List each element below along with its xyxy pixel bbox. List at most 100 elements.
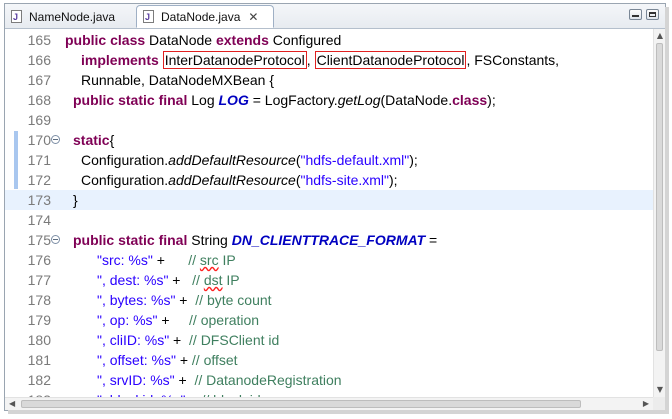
- code-token: );: [487, 92, 496, 108]
- code-text: Runnable, DataNodeMXBean {: [81, 70, 274, 90]
- code-text: ", bytes: %s" + // byte count: [97, 290, 272, 310]
- code-token: +: [152, 252, 189, 268]
- editor-window: J NameNode.java J DataNode.java ✕ 165 pub…: [4, 3, 666, 411]
- code-token: // DFSClient id: [189, 332, 280, 348]
- code-token: public class: [65, 32, 150, 48]
- code-line[interactable]: 171 Configuration.addDefaultResource("hdf…: [5, 150, 653, 170]
- scroll-right-icon[interactable]: ▶: [643, 399, 649, 409]
- tab-label: NameNode.java: [29, 9, 116, 24]
- window-shadow: [665, 7, 669, 413]
- vertical-scroll-thumb[interactable]: [656, 43, 663, 351]
- scroll-up-icon[interactable]: ▲: [655, 31, 665, 41]
- tab-namenode-java[interactable]: J NameNode.java: [5, 6, 133, 27]
- code-token: public static final: [73, 232, 192, 248]
- code-editor[interactable]: 165 public class DataNode extends Configu…: [5, 29, 653, 408]
- code-line[interactable]: 177 ", dest: %s" + // dst IP: [5, 270, 653, 290]
- code-line[interactable]: 178 ", bytes: %s" + // byte count: [5, 290, 653, 310]
- code-token: +: [169, 332, 190, 348]
- line-number: 178: [27, 292, 51, 308]
- editor-window-controls: [629, 9, 659, 20]
- code-token: Runnable, DataNodeMXBean {: [81, 72, 275, 88]
- code-token: // operation: [189, 312, 260, 328]
- close-tab-icon[interactable]: ✕: [248, 10, 258, 24]
- code-line[interactable]: 181 ", offset: %s" + // offset: [5, 350, 653, 370]
- line-number: 175: [27, 232, 51, 248]
- scroll-down-icon[interactable]: ▼: [655, 385, 665, 395]
- code-token: public static final: [73, 92, 192, 108]
- code-line[interactable]: 182 ", srvID: %s" + // DatanodeRegistrati…: [5, 370, 653, 390]
- maximize-icon[interactable]: [646, 9, 659, 20]
- code-line[interactable]: 169: [5, 110, 653, 130]
- code-line[interactable]: 170 static{: [5, 130, 653, 150]
- code-token: DN_CLIENTTRACE_FORMAT: [231, 232, 426, 248]
- tab-datanode-java[interactable]: J DataNode.java ✕: [136, 5, 274, 28]
- code-line[interactable]: 174: [5, 210, 653, 230]
- vertical-scrollbar[interactable]: ▲ ▼: [653, 29, 665, 397]
- code-line[interactable]: 180 ", cliID: %s" + // DFSClient id: [5, 330, 653, 350]
- line-number: 182: [27, 372, 51, 388]
- fold-toggle-icon[interactable]: [51, 135, 60, 144]
- code-token: "hdfs-site.xml": [300, 172, 389, 188]
- code-token: ,: [306, 52, 315, 68]
- scroll-left-icon[interactable]: ◀: [9, 399, 15, 409]
- code-token: ", srvID: %s": [97, 372, 175, 388]
- code-token: Configuration.: [81, 172, 169, 188]
- fold-toggle-icon[interactable]: [51, 235, 60, 244]
- code-token: LOG: [218, 92, 249, 108]
- code-line[interactable]: 175 public static final String DN_CLIENTT…: [5, 230, 653, 250]
- code-token: +: [175, 352, 192, 368]
- code-token: extends: [215, 32, 273, 48]
- code-text: public static final String DN_CLIENTTRAC…: [73, 230, 437, 250]
- code-line[interactable]: 167 Runnable, DataNodeMXBean {: [5, 70, 653, 90]
- code-token: src: [199, 252, 219, 268]
- code-token: dst: [203, 272, 223, 288]
- code-line[interactable]: 172 Configuration.addDefaultResource("hdf…: [5, 170, 653, 190]
- code-line[interactable]: 166 implements InterDatanodeProtocol, Cli…: [5, 50, 653, 70]
- code-token: //: [192, 272, 204, 288]
- line-number: 167: [27, 72, 51, 88]
- code-token: IP: [218, 252, 236, 268]
- code-token: +: [175, 292, 196, 308]
- line-number: 176: [27, 252, 51, 268]
- editor-tab-bar: J NameNode.java J DataNode.java ✕: [5, 4, 665, 29]
- code-line[interactable]: 176 "src: %s" + // src IP: [5, 250, 653, 270]
- code-token: addDefaultResource: [168, 152, 296, 168]
- code-token: {: [109, 132, 115, 148]
- code-token: ", dest: %s": [97, 272, 169, 288]
- line-number: 174: [27, 212, 51, 228]
- line-number: 173: [27, 192, 51, 208]
- line-number: 179: [27, 312, 51, 328]
- code-text: }: [73, 190, 78, 210]
- line-number: 181: [27, 352, 51, 368]
- code-token: );: [389, 172, 398, 188]
- code-token: }: [73, 192, 78, 208]
- code-line[interactable]: 173}: [5, 190, 653, 210]
- code-token: implements: [81, 52, 163, 68]
- code-token: =: [425, 232, 438, 248]
- code-token: "hdfs-default.xml": [300, 152, 410, 168]
- code-line[interactable]: 168 public static final Log LOG = LogFact…: [5, 90, 653, 110]
- line-number: 170: [27, 132, 51, 148]
- horizontal-scrollbar[interactable]: ◀ ▶: [5, 397, 653, 410]
- code-line[interactable]: 165 public class DataNode extends Configu…: [5, 30, 653, 50]
- java-file-icon: J: [11, 9, 23, 24]
- code-token: ", offset: %s": [97, 352, 176, 368]
- code-text: implements InterDatanodeProtocol, Client…: [81, 50, 559, 70]
- code-token: +: [174, 372, 195, 388]
- line-number: 166: [27, 52, 51, 68]
- tab-label: DataNode.java: [161, 9, 241, 24]
- code-token: , FSConstants,: [466, 52, 560, 68]
- code-token: +: [168, 272, 193, 288]
- code-token: getLog: [337, 92, 381, 108]
- code-text: ", dest: %s" + // dst IP: [97, 270, 240, 290]
- minimize-icon[interactable]: [629, 9, 642, 20]
- horizontal-scroll-thumb[interactable]: [21, 400, 581, 408]
- code-token: class: [452, 92, 488, 108]
- code-line[interactable]: 179 ", op: %s" + // operation: [5, 310, 653, 330]
- scrollbar-corner: [653, 397, 665, 410]
- line-number: 168: [27, 92, 51, 108]
- line-number: 172: [27, 172, 51, 188]
- code-token: // byte count: [195, 292, 272, 308]
- line-number: 165: [27, 32, 51, 48]
- line-number: 180: [27, 332, 51, 348]
